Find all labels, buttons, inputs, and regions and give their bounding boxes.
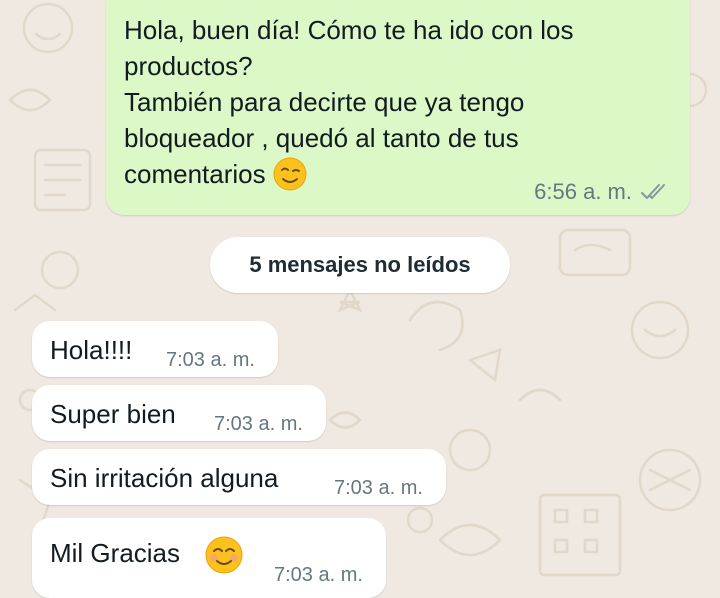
incoming-message-bubble[interactable]: Mil Gracias 7:03 a. m. — [32, 518, 386, 598]
wink-smile-emoji-icon — [273, 157, 307, 191]
smiling-blush-emoji-icon — [205, 536, 243, 574]
unread-messages-divider: 5 mensajes no leídos — [210, 237, 510, 293]
incoming-message-text: Super bien — [50, 399, 176, 429]
incoming-message-bubble[interactable]: Hola!!!! 7:03 a. m. — [32, 321, 278, 377]
message-line: También para decirte que ya tengo — [124, 87, 525, 117]
message-time: 7:03 a. m. — [214, 413, 303, 435]
unread-messages-label: 5 mensajes no leídos — [249, 252, 471, 277]
outgoing-message-text: Hola, buen día! Cómo te ha ido con los p… — [124, 12, 664, 192]
incoming-message-text: Hola!!!! — [50, 335, 133, 365]
message-time: 7:03 a. m. — [274, 564, 363, 586]
message-line: Hola, buen día! Cómo te ha ido con los — [124, 15, 574, 45]
message-time: 7:03 a. m. — [166, 349, 255, 371]
message-line: comentarios — [124, 159, 266, 189]
message-line: bloqueador , quedó al tanto de tus — [124, 123, 519, 153]
incoming-message-bubble[interactable]: Super bien 7:03 a. m. — [32, 385, 326, 441]
incoming-message-bubble[interactable]: Sin irritación alguna 7:03 a. m. — [32, 449, 446, 505]
incoming-message-text: Sin irritación alguna — [50, 463, 279, 493]
message-time: 7:03 a. m. — [334, 477, 423, 499]
double-check-read-icon — [641, 184, 665, 199]
incoming-message-text: Mil Gracias — [50, 538, 181, 568]
outgoing-message-bubble[interactable]: Hola, buen día! Cómo te ha ido con los p… — [106, 0, 690, 215]
message-meta: 6:56 a. m. — [534, 179, 670, 205]
message-line: productos? — [124, 51, 253, 81]
message-time: 6:56 a. m. — [534, 179, 632, 204]
